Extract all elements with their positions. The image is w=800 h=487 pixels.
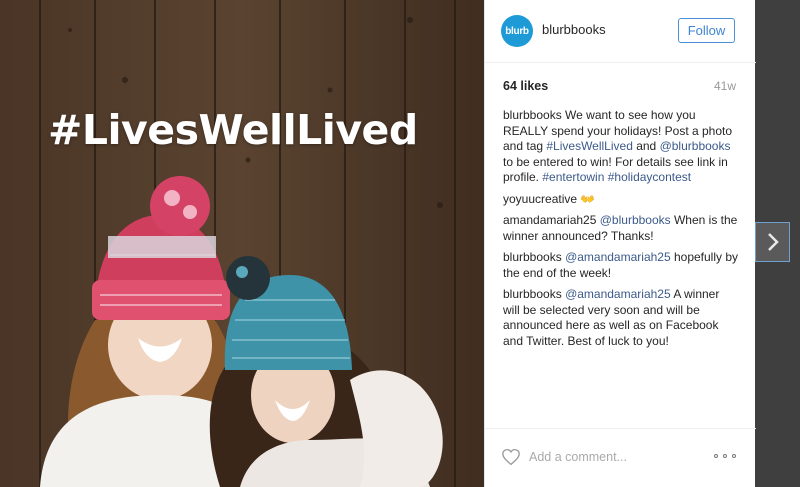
hashtag-overlay-text: #LivesWellLived: [48, 106, 418, 154]
hashtag-link[interactable]: #LivesWellLived: [546, 139, 633, 153]
follow-button[interactable]: Follow: [678, 18, 735, 43]
caption: blurbbooks We want to see how you REALLY…: [503, 108, 739, 186]
comments-list: blurbbooks We want to see how you REALLY…: [503, 108, 739, 355]
avatar[interactable]: blurb: [501, 15, 533, 47]
comment-item: blurbbooks @amandamariah25 hopefully by …: [503, 250, 739, 281]
dot: [714, 454, 718, 458]
comment-item: blurbbooks @amandamariah25 A winner will…: [503, 287, 739, 349]
post-details-panel: blurb blurbbooks Follow 64 likes 41w blu…: [484, 0, 756, 487]
comment-username[interactable]: amandamariah25: [503, 213, 596, 227]
comment-item: yoyuucreative 👐: [503, 192, 739, 208]
post-header: blurb blurbbooks Follow: [485, 0, 756, 63]
hashtag-link[interactable]: #entertowin #holidaycontest: [542, 170, 691, 184]
comment-username[interactable]: blurbbooks: [503, 250, 562, 264]
mention-link[interactable]: @blurbbooks: [660, 139, 731, 153]
heart-icon[interactable]: [501, 448, 521, 466]
next-post-button[interactable]: [755, 222, 790, 262]
comment-username[interactable]: yoyuucreative: [503, 192, 577, 206]
chevron-right-icon: [767, 233, 779, 251]
username[interactable]: blurbbooks: [542, 22, 606, 37]
dot: [732, 454, 736, 458]
dot: [723, 454, 727, 458]
comment-username[interactable]: blurbbooks: [503, 287, 562, 301]
post-photo: #LivesWellLived: [0, 0, 484, 487]
open-hands-emoji: 👐: [580, 191, 596, 206]
caption-text: and: [632, 139, 660, 153]
comment-item: amandamariah25 @blurbbooks When is the w…: [503, 213, 739, 244]
mention-link[interactable]: @amandamariah25: [565, 287, 671, 301]
post-timestamp: 41w: [713, 79, 736, 93]
post-footer: [485, 428, 756, 487]
photo-illustration: [0, 0, 484, 487]
caption-username[interactable]: blurbbooks: [503, 108, 562, 122]
add-comment-input[interactable]: [529, 448, 699, 466]
more-options-icon[interactable]: [714, 451, 736, 461]
mention-link[interactable]: @amandamariah25: [565, 250, 671, 264]
likes-count[interactable]: 64 likes: [503, 79, 548, 93]
mention-link[interactable]: @blurbbooks: [600, 213, 671, 227]
